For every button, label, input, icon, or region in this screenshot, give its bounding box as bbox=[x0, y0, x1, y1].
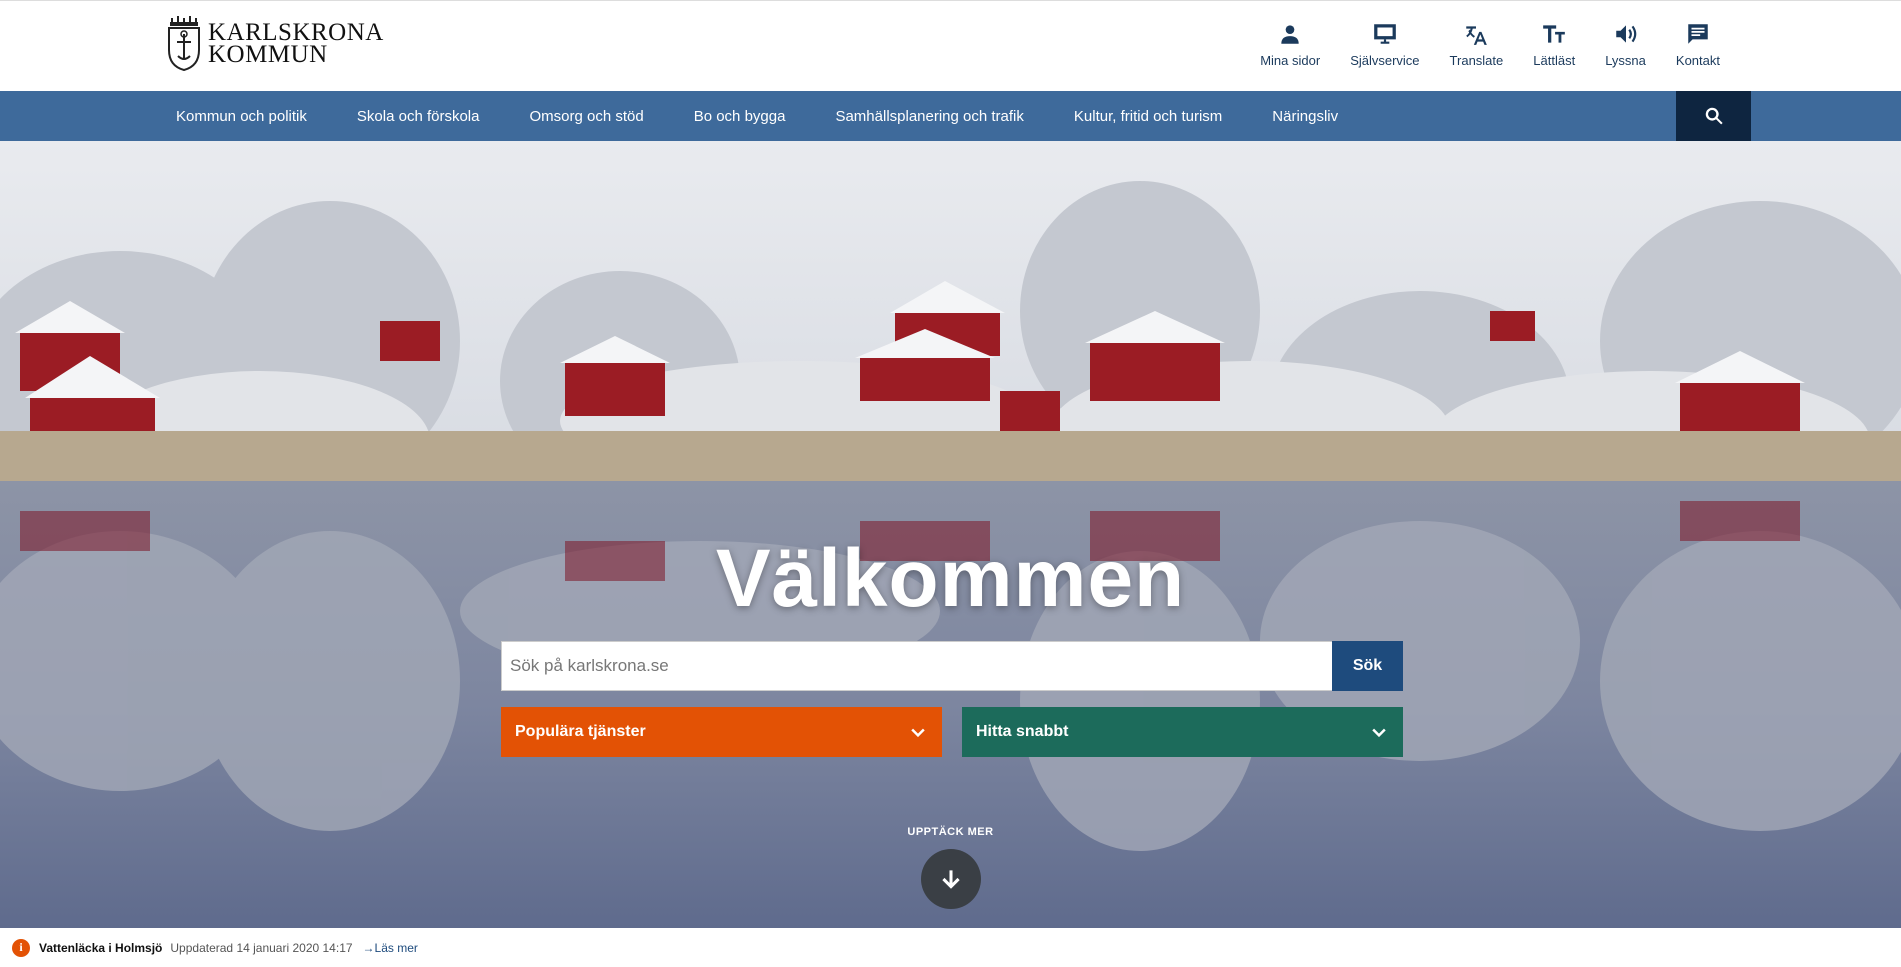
alert-bar: i Vattenläcka i Holmsjö Uppdaterad 14 ja… bbox=[0, 928, 1901, 967]
util-label: Mina sidor bbox=[1260, 53, 1321, 68]
arrow-down-icon bbox=[942, 870, 960, 889]
site-header: KARLSKRONA KOMMUN Mina sidor Självservic… bbox=[0, 0, 1901, 91]
util-label: Translate bbox=[1449, 53, 1504, 68]
nav-item-kommun-och-politik[interactable]: Kommun och politik bbox=[166, 91, 317, 141]
logo-line-2: KOMMUN bbox=[208, 41, 328, 68]
find-quickly-dropdown[interactable]: Hitta snabbt bbox=[962, 707, 1403, 757]
utility-nav: Mina sidor Självservice Translate Lättlä… bbox=[1245, 21, 1735, 68]
read-more-link[interactable]: →Läs mer bbox=[363, 941, 418, 955]
nav-item-bo-och-bygga[interactable]: Bo och bygga bbox=[684, 91, 796, 141]
util-label: Lättläst bbox=[1533, 53, 1576, 68]
util-translate[interactable]: Translate bbox=[1435, 21, 1519, 68]
chevron-down-icon bbox=[911, 728, 925, 738]
util-label: Kontakt bbox=[1675, 53, 1720, 68]
main-nav-list: Kommun och politik Skola och förskola Om… bbox=[166, 91, 1378, 141]
search-button[interactable]: Sök bbox=[1332, 641, 1403, 691]
person-icon bbox=[1281, 25, 1299, 44]
nav-item-samhallsplanering[interactable]: Samhällsplanering och trafik bbox=[825, 91, 1033, 141]
search-icon bbox=[1705, 107, 1723, 125]
site-logo[interactable]: KARLSKRONA KOMMUN bbox=[166, 16, 384, 72]
nav-item-kultur-fritid-turism[interactable]: Kultur, fritid och turism bbox=[1064, 91, 1232, 141]
popular-services-label: Populära tjänster bbox=[515, 723, 646, 740]
search-toggle-button[interactable] bbox=[1676, 91, 1751, 141]
chat-icon bbox=[1688, 24, 1708, 44]
read-more-label: Läs mer bbox=[374, 940, 418, 955]
alert-updated: Uppdaterad 14 januari 2020 14:17 bbox=[170, 940, 353, 955]
monitor-icon bbox=[1374, 24, 1396, 44]
info-icon: i bbox=[12, 938, 30, 957]
util-mina-sidor[interactable]: Mina sidor bbox=[1245, 21, 1335, 68]
nav-item-omsorg-och-stod[interactable]: Omsorg och stöd bbox=[519, 91, 653, 141]
arrow-right-icon: → bbox=[362, 940, 375, 955]
find-quickly-label: Hitta snabbt bbox=[976, 723, 1069, 740]
nav-item-skola-och-forskola[interactable]: Skola och förskola bbox=[347, 91, 490, 141]
util-label: Självservice bbox=[1350, 53, 1420, 68]
coat-of-arms-icon bbox=[168, 16, 200, 72]
nav-item-naringsliv[interactable]: Näringsliv bbox=[1262, 91, 1348, 141]
chevron-down-icon bbox=[1372, 728, 1386, 738]
alert-title: Vattenläcka i Holmsjö bbox=[39, 940, 163, 955]
logo-text: KARLSKRONA KOMMUN bbox=[208, 20, 384, 68]
discover-more-button[interactable] bbox=[921, 849, 981, 909]
util-sjalvservice[interactable]: Självservice bbox=[1335, 21, 1434, 68]
hero: Välkommen Sök Populära tjänster Hitta sn… bbox=[0, 141, 1901, 928]
popular-services-dropdown[interactable]: Populära tjänster bbox=[501, 707, 942, 757]
text-size-icon bbox=[1543, 25, 1566, 43]
util-lattlast[interactable]: Lättläst bbox=[1518, 21, 1590, 68]
util-kontakt[interactable]: Kontakt bbox=[1661, 21, 1735, 68]
translate-icon bbox=[1466, 26, 1488, 45]
hero-title: Välkommen bbox=[715, 533, 1186, 624]
discover-more-label: UPPTÄCK MER bbox=[907, 826, 994, 838]
util-lyssna[interactable]: Lyssna bbox=[1590, 21, 1661, 68]
util-label: Lyssna bbox=[1605, 53, 1646, 68]
site-search: Sök bbox=[501, 641, 1403, 691]
main-nav: Kommun och politik Skola och förskola Om… bbox=[0, 91, 1901, 141]
speaker-icon bbox=[1615, 25, 1636, 43]
search-input[interactable] bbox=[501, 641, 1332, 691]
